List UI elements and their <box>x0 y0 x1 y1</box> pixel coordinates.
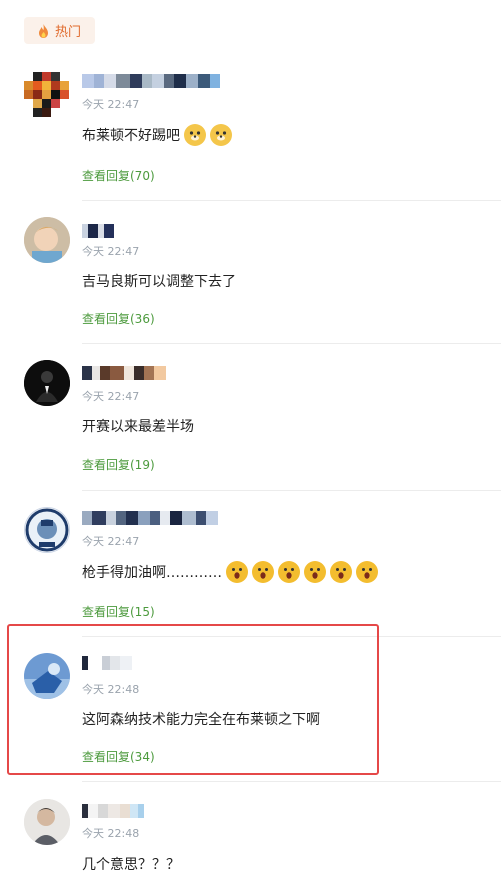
shocked-emoji-icon <box>356 561 378 583</box>
comment-text: 几个意思？？？ <box>82 854 180 874</box>
comment-time: 今天 22:47 <box>82 535 140 548</box>
divider <box>82 200 501 201</box>
username-blurred <box>82 224 114 238</box>
view-replies-link[interactable]: 查看回复(34) <box>82 748 155 765</box>
username-blurred <box>82 511 218 525</box>
shocked-emoji-icon <box>304 561 326 583</box>
comment-text: 这阿森纳技术能力完全在布莱顿之下啊 <box>82 709 320 729</box>
comment-text-content: 枪手得加油啊………… <box>82 565 222 581</box>
shocked-emoji-icon <box>252 561 274 583</box>
avatar[interactable] <box>24 217 70 263</box>
divider <box>82 636 501 637</box>
comment-time: 今天 22:47 <box>82 245 140 258</box>
comment-text-content: 开赛以来最差半场 <box>82 419 194 435</box>
divider <box>82 343 501 344</box>
avatar[interactable] <box>24 799 70 845</box>
comment-time: 今天 22:47 <box>82 390 140 403</box>
comment-text-content: 吉马良斯可以调整下去了 <box>82 274 236 290</box>
avatar[interactable] <box>24 360 70 406</box>
username-blurred <box>82 804 144 818</box>
shocked-emoji-icon <box>330 561 352 583</box>
username-blurred <box>82 656 132 670</box>
comment-text-content: 这阿森纳技术能力完全在布莱顿之下啊 <box>82 712 320 728</box>
avatar[interactable] <box>24 653 70 699</box>
comment-text: 枪手得加油啊………… <box>82 561 378 583</box>
view-replies-link[interactable]: 查看回复(70) <box>82 167 155 184</box>
highlight-box <box>7 624 379 775</box>
comment-text-content: 几个意思？？？ <box>82 857 180 873</box>
comment-time: 今天 22:48 <box>82 827 140 840</box>
divider <box>82 490 501 491</box>
view-replies-link[interactable]: 查看回复(15) <box>82 603 155 620</box>
avatar[interactable] <box>24 507 70 553</box>
shocked-emoji-icon <box>226 561 248 583</box>
username-blurred <box>82 366 166 380</box>
comment-item: 今天 22:48 几个意思？？？ <box>0 0 501 873</box>
comment-text: 开赛以来最差半场 <box>82 416 194 436</box>
shocked-emoji-icon <box>278 561 300 583</box>
comment-time: 今天 22:48 <box>82 683 140 696</box>
view-replies-link[interactable]: 查看回复(36) <box>82 310 155 327</box>
divider <box>82 781 501 782</box>
view-replies-link[interactable]: 查看回复(19) <box>82 456 155 473</box>
comment-text: 吉马良斯可以调整下去了 <box>82 271 236 291</box>
